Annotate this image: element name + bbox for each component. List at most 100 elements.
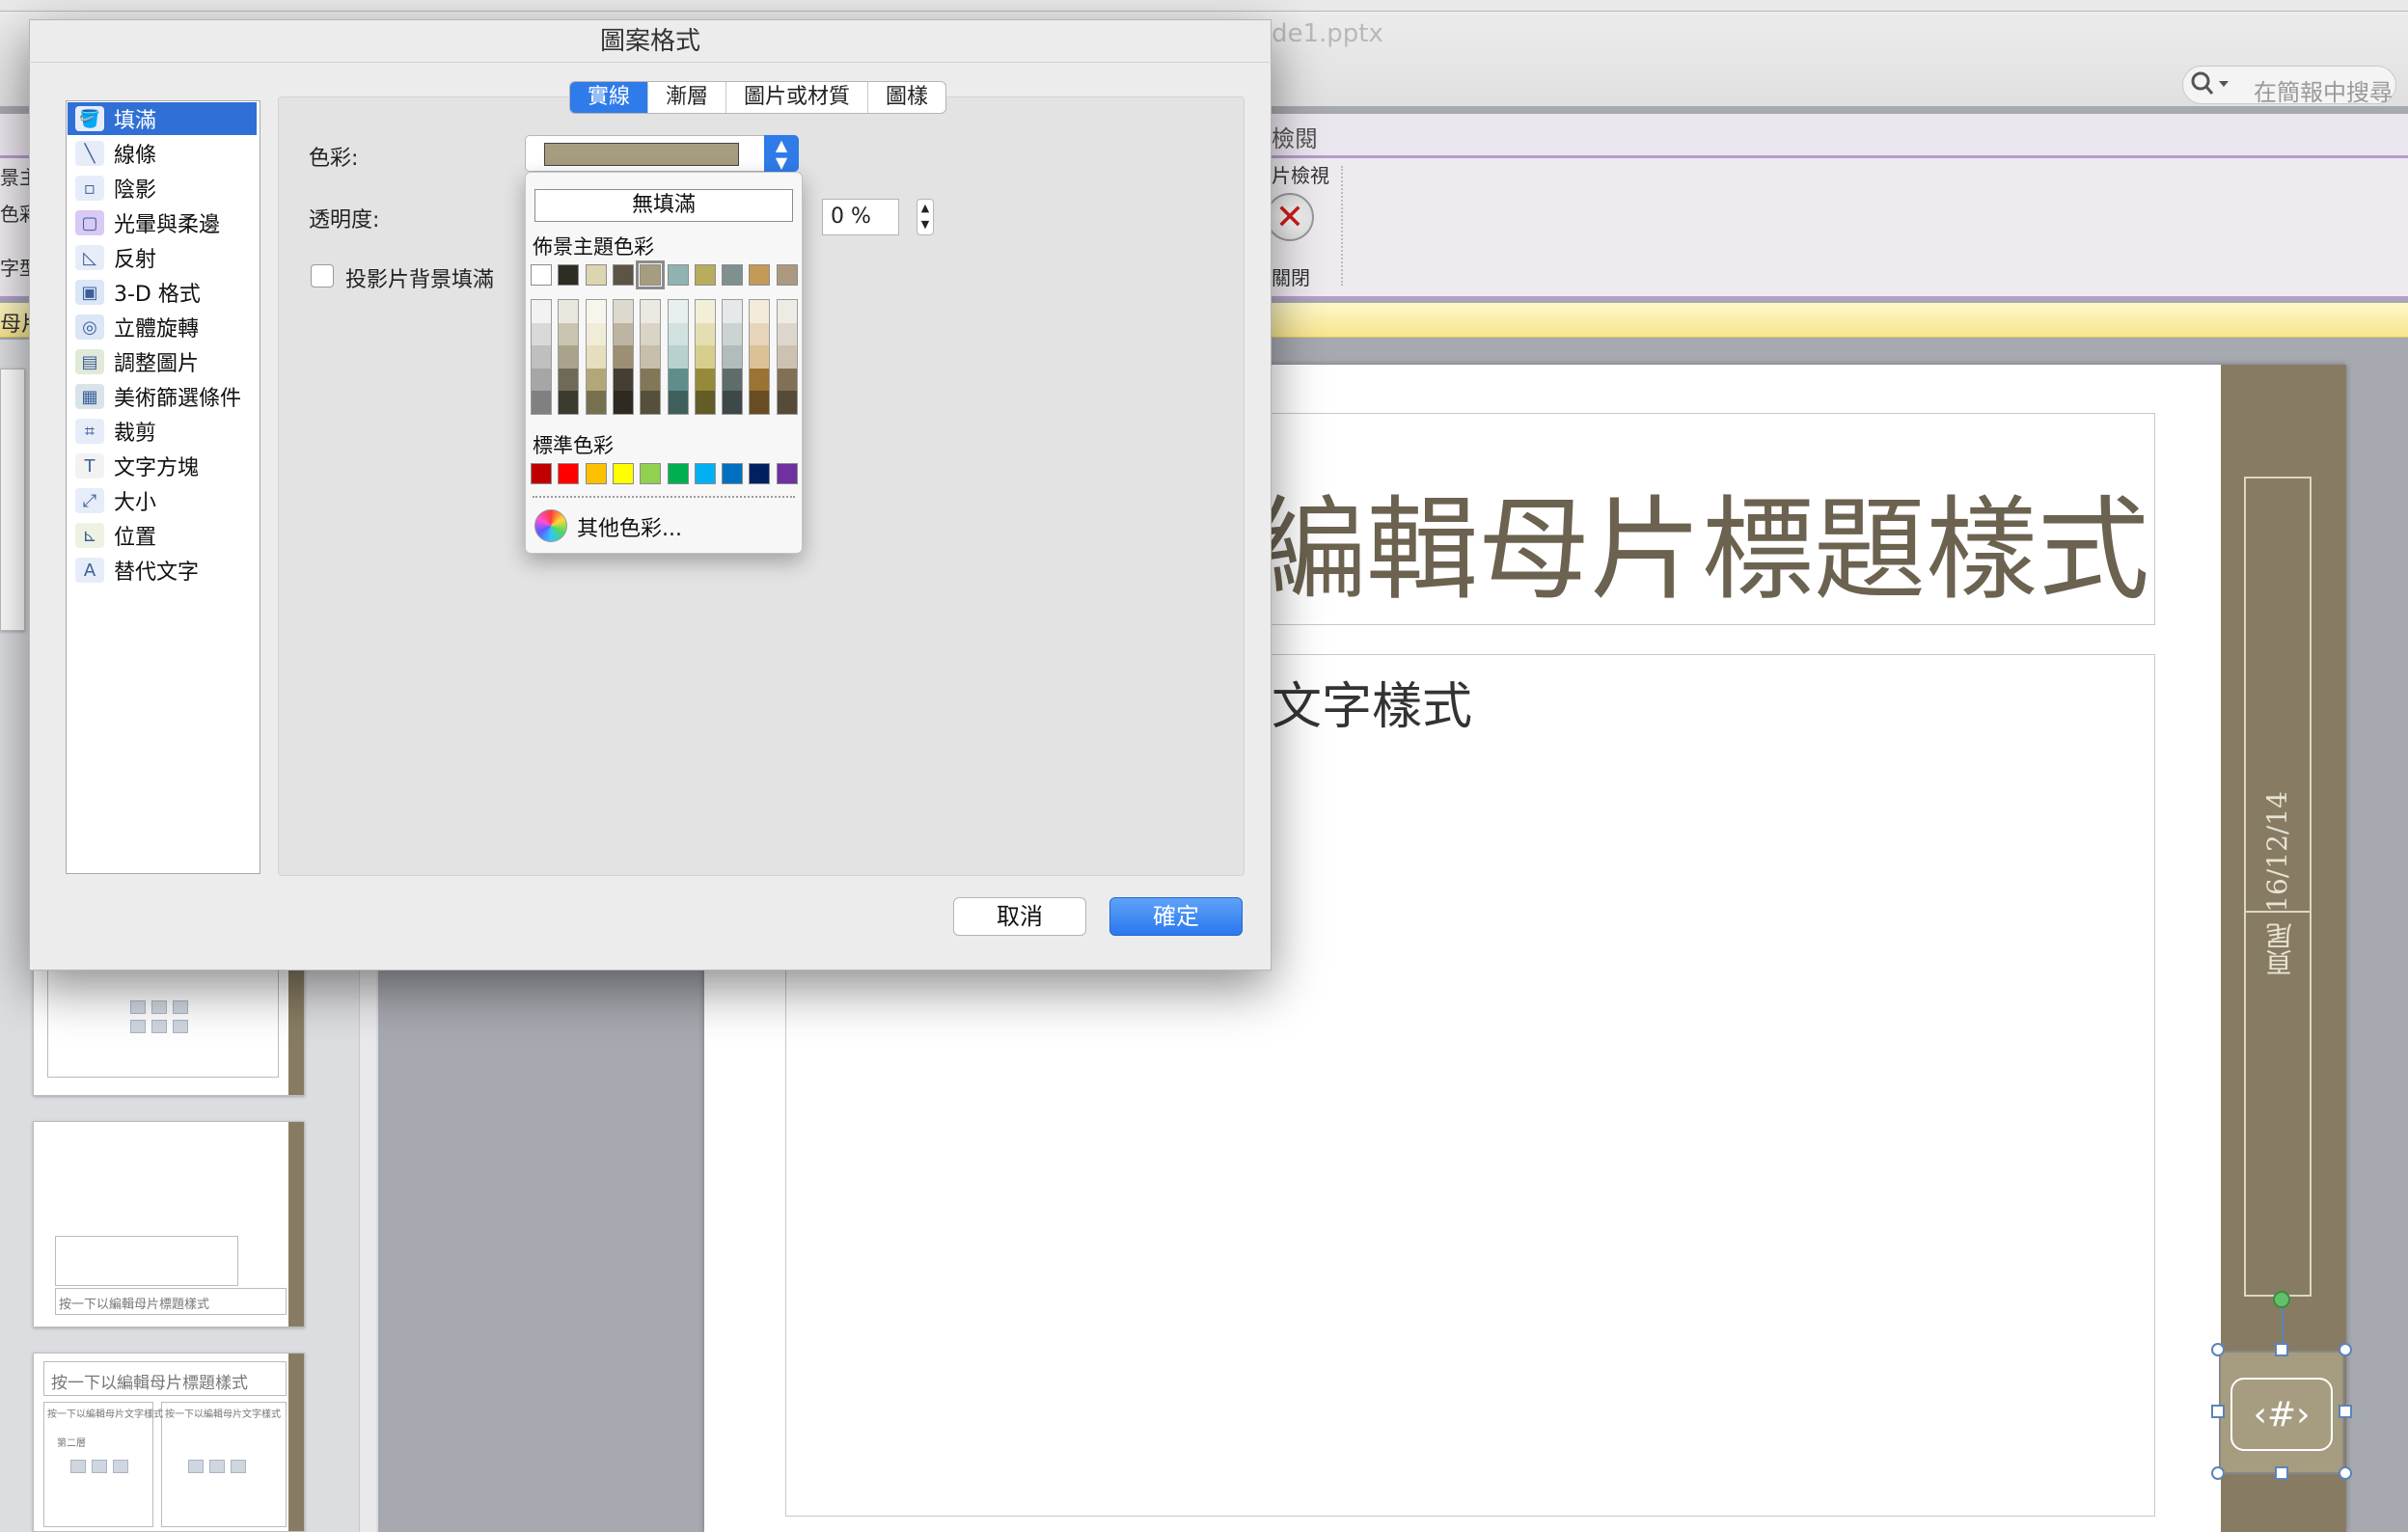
theme-color-swatch[interactable] <box>776 264 798 286</box>
category-item[interactable]: ⤢ 大小 <box>68 484 257 517</box>
standard-color-swatch[interactable] <box>640 463 662 484</box>
search-icon[interactable] <box>2190 69 2238 100</box>
tab-picture-or-texture[interactable]: 圖片或材質 <box>726 82 869 113</box>
standard-color-swatch[interactable] <box>776 463 798 484</box>
theme-shade-swatch[interactable] <box>668 345 688 369</box>
category-item[interactable]: ◺ 反射 <box>68 241 257 274</box>
theme-color-swatch[interactable] <box>749 264 771 286</box>
rotate-handle[interactable] <box>2273 1291 2290 1308</box>
theme-shade-swatch[interactable] <box>613 391 633 414</box>
no-fill-button[interactable]: 無填滿 <box>534 189 793 222</box>
slide-background-fill-label[interactable]: 投影片背景填滿 <box>345 262 494 293</box>
theme-shade-swatch[interactable] <box>641 368 661 392</box>
standard-color-swatch[interactable] <box>667 463 689 484</box>
theme-shade-swatch[interactable] <box>559 300 579 323</box>
theme-shade-swatch[interactable] <box>586 300 606 323</box>
category-item[interactable]: ▣ 3-D 格式 <box>68 276 257 309</box>
standard-color-swatch[interactable] <box>612 463 634 484</box>
theme-shade-swatch[interactable] <box>532 391 551 414</box>
theme-color-swatch[interactable] <box>636 260 666 289</box>
theme-shade-swatch[interactable] <box>723 300 743 323</box>
theme-shade-swatch[interactable] <box>695 391 715 414</box>
tab-gradient[interactable]: 漸層 <box>648 82 727 113</box>
category-item[interactable]: 🪣 填滿 <box>68 102 257 135</box>
theme-color-swatch[interactable] <box>531 264 552 286</box>
slide-thumbnail-2[interactable] <box>33 961 305 1096</box>
theme-shade-swatch[interactable] <box>777 322 797 346</box>
category-item[interactable]: ▦ 美術篩選條件 <box>68 380 257 413</box>
slide-thumbnail-1[interactable] <box>0 369 25 631</box>
close-master-view-label[interactable]: 關閉 <box>1272 262 1310 290</box>
slide-number-text[interactable]: ‹#› <box>2230 1378 2333 1451</box>
ok-button[interactable]: 確定 <box>1109 897 1243 936</box>
theme-shade-swatch[interactable] <box>613 368 633 392</box>
theme-shade-swatch[interactable] <box>777 368 797 392</box>
theme-color-swatch[interactable] <box>667 264 689 286</box>
category-item[interactable]: ▢ 光暈與柔邊 <box>68 206 257 239</box>
theme-shade-swatch[interactable] <box>559 368 579 392</box>
cancel-button[interactable]: 取消 <box>953 897 1086 936</box>
theme-shade-swatch[interactable] <box>723 345 743 369</box>
theme-color-swatch[interactable] <box>694 264 716 286</box>
resize-handle-bottom-right[interactable] <box>2339 1466 2352 1480</box>
category-item[interactable]: ╲ 線條 <box>68 137 257 170</box>
theme-color-swatch[interactable] <box>722 264 744 286</box>
theme-shade-swatch[interactable] <box>641 345 661 369</box>
resize-handle-right[interactable] <box>2339 1405 2352 1418</box>
category-item[interactable]: ▫ 陰影 <box>68 172 257 205</box>
theme-color-swatch[interactable] <box>558 264 580 286</box>
theme-shade-swatch[interactable] <box>750 345 770 369</box>
current-color-swatch[interactable] <box>544 143 739 166</box>
theme-shade-swatch[interactable] <box>695 322 715 346</box>
theme-shade-swatch[interactable] <box>586 345 606 369</box>
category-item[interactable]: T 文字方塊 <box>68 450 257 482</box>
standard-color-swatch[interactable] <box>558 463 580 484</box>
standard-color-swatch[interactable] <box>531 463 552 484</box>
color-wheel-icon[interactable] <box>534 509 567 542</box>
theme-shade-swatch[interactable] <box>586 322 606 346</box>
theme-shade-swatch[interactable] <box>532 322 551 346</box>
theme-shade-swatch[interactable] <box>777 300 797 323</box>
theme-color-swatch[interactable] <box>612 264 634 286</box>
standard-color-swatch[interactable] <box>585 463 607 484</box>
transparency-input[interactable]: 0 % <box>822 199 899 235</box>
category-item[interactable]: ▤ 調整圖片 <box>68 345 257 378</box>
slide-title-text[interactable]: 編輯母片標題樣式 <box>1254 459 2149 621</box>
standard-color-swatch[interactable] <box>722 463 744 484</box>
theme-shade-swatch[interactable] <box>750 322 770 346</box>
theme-shade-swatch[interactable] <box>586 391 606 414</box>
slide-thumbnail-4[interactable]: 按一下以編輯母片標題樣式 按一下以編輯母片文字樣式 按一下以編輯母片文字樣式 第… <box>33 1353 305 1532</box>
thumbnail-scrollbar[interactable] <box>359 965 376 1532</box>
theme-shade-swatch[interactable] <box>559 391 579 414</box>
tab-pattern[interactable]: 圖樣 <box>868 82 945 113</box>
theme-shade-swatch[interactable] <box>750 300 770 323</box>
more-colors-item[interactable]: 其他色彩... <box>577 511 682 542</box>
theme-shade-swatch[interactable] <box>613 345 633 369</box>
resize-handle-top-left[interactable] <box>2211 1343 2225 1356</box>
theme-shade-swatch[interactable] <box>777 345 797 369</box>
theme-shade-swatch[interactable] <box>532 345 551 369</box>
theme-shade-swatch[interactable] <box>613 300 633 323</box>
footer-placeholder[interactable]: 頁尾 <box>2261 922 2300 976</box>
theme-shade-swatch[interactable] <box>668 322 688 346</box>
theme-shade-swatch[interactable] <box>668 368 688 392</box>
theme-shade-swatch[interactable] <box>559 345 579 369</box>
theme-shade-swatch[interactable] <box>532 368 551 392</box>
theme-shade-swatch[interactable] <box>559 322 579 346</box>
standard-color-swatch[interactable] <box>694 463 716 484</box>
theme-shade-swatch[interactable] <box>641 300 661 323</box>
category-item[interactable]: ⌗ 裁剪 <box>68 415 257 448</box>
theme-color-swatch[interactable] <box>585 264 607 286</box>
category-item[interactable]: ⊾ 位置 <box>68 519 257 552</box>
theme-shade-swatch[interactable] <box>777 391 797 414</box>
theme-shade-swatch[interactable] <box>641 391 661 414</box>
theme-shade-swatch[interactable] <box>750 391 770 414</box>
slide-thumbnail-3[interactable]: 按一下以編輯母片標題樣式 <box>33 1121 305 1327</box>
theme-shade-swatch[interactable] <box>695 300 715 323</box>
close-master-view-button[interactable]: ✕ <box>1266 193 1314 241</box>
transparency-stepper[interactable]: ▲ ▼ <box>917 199 934 235</box>
slide-body-text[interactable]: 文字樣式 <box>1272 666 1472 738</box>
resize-handle-bottom[interactable] <box>2275 1466 2288 1480</box>
date-placeholder[interactable]: 16/12/14 <box>2261 791 2293 913</box>
resize-handle-top[interactable] <box>2275 1343 2288 1356</box>
